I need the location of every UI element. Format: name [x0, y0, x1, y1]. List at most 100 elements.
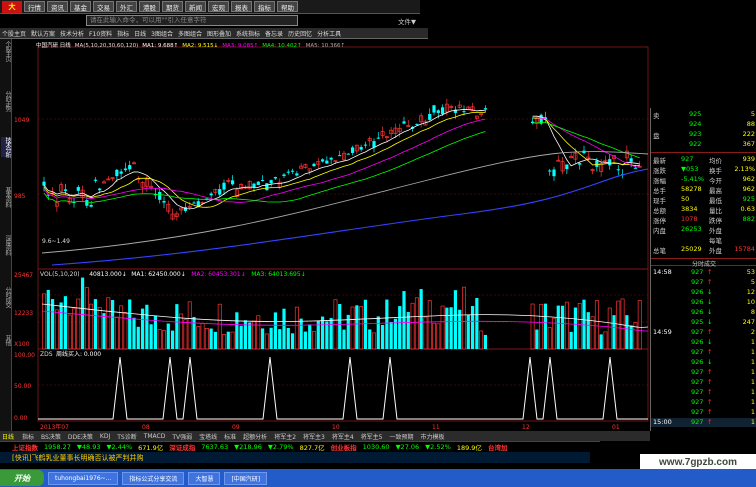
- tick-row: 926 ↓ 12: [651, 288, 756, 297]
- tick-row: 925 ↓ 247: [651, 318, 756, 327]
- left-tab[interactable]: 其他: [1, 335, 11, 345]
- toolbar-item[interactable]: 日线: [134, 29, 146, 38]
- indicator-tab[interactable]: TV强弱: [172, 432, 192, 441]
- left-tab[interactable]: 基本资料: [1, 187, 11, 207]
- volume-bar: [582, 299, 586, 349]
- menu-item[interactable]: 帮助: [277, 1, 298, 12]
- ma-legend-item: MA1: 9.688↑: [142, 43, 179, 49]
- toolbar-item[interactable]: 技术分析: [60, 29, 84, 38]
- volume-bar: [59, 302, 63, 349]
- menu-item[interactable]: 行情: [24, 1, 45, 12]
- toolbar-item[interactable]: 指标: [117, 29, 129, 38]
- stat-label: 最高: [709, 187, 722, 195]
- indicator-tab[interactable]: BS决策: [41, 432, 61, 441]
- indicator-tab[interactable]: 超额分析: [243, 432, 267, 441]
- volume-bar: [453, 290, 458, 349]
- ma2-line: [43, 111, 640, 208]
- tick-arrow: ↑: [707, 328, 713, 336]
- ma-legend-item: MA5: 10.366↑: [305, 43, 346, 49]
- menu-item[interactable]: 新闻: [185, 1, 206, 12]
- tick-price: 927: [691, 388, 704, 396]
- taskbar-task[interactable]: 大智慧: [188, 471, 221, 485]
- order-book-price: 924: [689, 120, 702, 128]
- indicator-tab[interactable]: 将军主5: [361, 432, 383, 441]
- indicator-tab[interactable]: 宝塔线: [199, 432, 217, 441]
- order-book-row: 922 367: [651, 140, 756, 149]
- candle-body: [209, 193, 213, 196]
- menu-item[interactable]: 基金: [70, 1, 91, 12]
- left-tab[interactable]: 深度资料: [1, 235, 11, 255]
- command-input[interactable]: 请在此输入命令，可以用""引入任意字符: [86, 15, 298, 26]
- tick-row: 926 ↓ 1: [651, 358, 756, 367]
- candle-body: [350, 147, 355, 153]
- kline-chart[interactable]: 1049 985 9.6~1.49 VOL(5,10,20) 40813.000↓ MA1…: [12, 39, 650, 431]
- toolbar-item[interactable]: 分析工具: [317, 29, 341, 38]
- menu-item[interactable]: 指标: [254, 1, 275, 12]
- candle-body: [290, 170, 295, 172]
- tick-price: 926: [691, 288, 704, 296]
- volume-bar: [577, 302, 582, 350]
- toolbar-item[interactable]: 图形叠加: [207, 29, 231, 38]
- low-price-label: 9.6~1.49: [42, 238, 70, 245]
- stat-label: 外盘: [709, 227, 722, 235]
- left-tab[interactable]: 个股主页: [1, 41, 11, 61]
- tick-volume: 247: [742, 318, 755, 326]
- menu-item[interactable]: 期货: [162, 1, 183, 12]
- tick-volume: 53: [746, 268, 755, 276]
- volume-bar: [149, 324, 153, 349]
- candle-body: [415, 123, 419, 125]
- toolbar-item[interactable]: 系统指标: [236, 29, 260, 38]
- indicator-tab[interactable]: 将军主3: [303, 432, 325, 441]
- menu-item[interactable]: 港股: [139, 1, 160, 12]
- menu-item[interactable]: 资讯: [47, 1, 68, 12]
- toolbar-item[interactable]: F10资料: [89, 29, 112, 38]
- volume-bar: [50, 299, 55, 349]
- indicator-tab[interactable]: 将军主4: [332, 432, 354, 441]
- toolbar-item[interactable]: 多图组合: [178, 29, 202, 38]
- candle-body: [325, 160, 329, 164]
- menu-item[interactable]: 外汇: [116, 1, 137, 12]
- menu-item[interactable]: 报表: [231, 1, 252, 12]
- toolbar-item[interactable]: 3图组合: [151, 29, 173, 38]
- indicator-tab[interactable]: TMACD: [144, 433, 166, 440]
- left-tab[interactable]: 技术分析: [1, 137, 11, 157]
- indicator-tab[interactable]: 一致预期: [390, 432, 414, 441]
- taskbar-task[interactable]: [中国汽研]: [224, 471, 268, 485]
- menu-item[interactable]: 交易: [93, 1, 114, 12]
- indicator-tab[interactable]: TS诊断: [117, 432, 136, 441]
- indicator-tab[interactable]: 指标: [22, 432, 34, 441]
- candle-body: [552, 169, 556, 177]
- volume-bar: [256, 315, 261, 350]
- stat-label: 内盘: [653, 227, 666, 235]
- candle-body: [363, 144, 368, 146]
- tick-arrow: ↑: [707, 268, 713, 276]
- indicator-tab[interactable]: KDJ: [100, 433, 110, 440]
- indicator-tab[interactable]: DDE决策: [68, 432, 93, 441]
- start-button[interactable]: 开始: [0, 470, 44, 486]
- period-tab[interactable]: 日线: [2, 432, 14, 441]
- volume-bar: [530, 303, 535, 350]
- volume-bar: [560, 305, 565, 349]
- candle-body: [98, 188, 102, 191]
- toolbar-item[interactable]: 备忘录: [265, 29, 283, 38]
- indicator-tab[interactable]: 标准: [224, 432, 236, 441]
- left-tab[interactable]: 分时成交: [1, 287, 11, 307]
- left-tab[interactable]: 分时走势: [1, 91, 11, 111]
- indicator-tab[interactable]: 将军主2: [274, 432, 296, 441]
- taskbar-task[interactable]: 指标公式分享交流: [122, 471, 185, 485]
- file-menu[interactable]: 文件▼: [398, 16, 416, 26]
- volume-bar: [84, 287, 89, 350]
- candle-body: [119, 171, 123, 174]
- tick-price: 925: [691, 318, 704, 326]
- indicator-tab[interactable]: 市力模板: [421, 432, 445, 441]
- ticker-item: 台湾加: [487, 444, 508, 452]
- toolbar-item[interactable]: 默认方案: [31, 29, 55, 38]
- volume-bar: [179, 313, 184, 350]
- date-label: 2013年07: [40, 423, 69, 431]
- toolbar-item[interactable]: 历史回忆: [288, 29, 312, 38]
- taskbar-task[interactable]: tuhongbai1976~...: [48, 471, 119, 485]
- menu-item[interactable]: 宏观: [208, 1, 229, 12]
- news-ticker[interactable]: [快讯]飞鹤乳业董事长明确否认被严判并购: [0, 452, 590, 463]
- toolbar-item[interactable]: 个股主页: [2, 29, 26, 38]
- index-ticker: 上证指数 1958.27 ▼48.93 ▼2.44% 671.9亿 深证成指 7637.63…: [0, 441, 600, 452]
